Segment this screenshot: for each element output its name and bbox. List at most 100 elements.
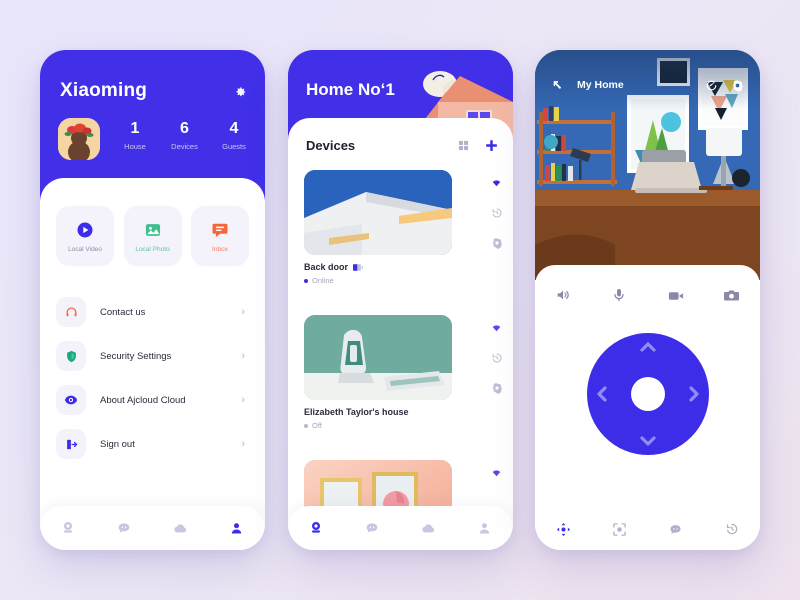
quick-actions: Local Video Local Photo Inbox (56, 206, 249, 266)
chat-icon (119, 523, 130, 533)
tab-chat[interactable] (96, 520, 152, 536)
liveview-controls (535, 265, 760, 550)
chat-icon (670, 524, 681, 534)
play-circle-icon (77, 222, 93, 237)
stat-devices: 6 Devices (162, 120, 208, 151)
gear-icon[interactable] (491, 237, 503, 249)
devices-body: Devices Back door Online Elizabeth Taylo… (288, 118, 513, 550)
chevron-right-icon: › (241, 306, 245, 318)
menu-item-about[interactable]: About Ajcloud Cloud › (56, 378, 249, 422)
profile-icon (232, 522, 242, 533)
video-camera-icon (668, 292, 683, 300)
control-microphone[interactable] (591, 287, 647, 305)
device-name: Elizabeth Taylor's house (304, 407, 409, 417)
avatar[interactable] (58, 118, 100, 160)
devices-header-actions (457, 138, 499, 153)
menu-item-sign-out[interactable]: Sign out › (56, 422, 249, 466)
bottombar-history[interactable] (704, 522, 760, 536)
stat-label: House (124, 142, 146, 151)
profile-icon (480, 522, 490, 533)
media-control-row (535, 287, 760, 305)
dpad-center-button[interactable] (630, 377, 665, 411)
device-thumbnail (304, 315, 452, 400)
eye-icon (56, 385, 86, 415)
settings-menu: Contact us › Security Settings › About A… (56, 290, 249, 466)
control-snapshot[interactable] (704, 287, 760, 305)
wifi-icon[interactable] (490, 466, 503, 479)
volume-icon (557, 290, 569, 300)
status-dot (304, 278, 308, 283)
dpad-down-arrow-icon[interactable] (639, 435, 656, 447)
device-thumbnail (304, 170, 452, 255)
menu-item-contact-us[interactable]: Contact us › (56, 290, 249, 334)
tab-camera[interactable] (288, 520, 344, 536)
bottombar-focus[interactable] (591, 522, 647, 537)
tab-cloud[interactable] (153, 520, 209, 537)
camera-icon (64, 522, 73, 533)
tab-camera[interactable] (40, 520, 96, 536)
tab-chat[interactable] (344, 520, 400, 536)
stat-guests: 4 Guests (211, 120, 257, 151)
control-volume[interactable] (535, 287, 591, 305)
dpad-left-arrow-icon[interactable] (596, 386, 608, 402)
quick-action-local-video[interactable]: Local Video (56, 206, 114, 266)
quick-action-local-photo[interactable]: Local Photo (123, 206, 182, 266)
menu-item-label: About Ajcloud Cloud (100, 394, 186, 406)
device-card[interactable]: Elizabeth Taylor's house Off (304, 315, 452, 430)
tab-profile[interactable] (209, 521, 265, 536)
page-title: Home No‘1 (306, 80, 395, 99)
dpad-right-arrow-icon[interactable] (688, 386, 700, 402)
logout-icon (56, 429, 86, 459)
wifi-icon[interactable] (490, 321, 503, 334)
menu-item-label: Contact us (100, 306, 146, 318)
headset-icon (56, 297, 86, 327)
stat-value: 1 (130, 120, 140, 137)
history-icon[interactable] (491, 207, 503, 219)
wifi-icon[interactable] (490, 176, 503, 189)
device-card[interactable]: Back door Online (304, 170, 452, 285)
dpad-up-arrow-icon[interactable] (639, 341, 656, 353)
edit-icon[interactable] (705, 79, 718, 92)
grid-view-icon[interactable] (457, 139, 470, 152)
tab-cloud[interactable] (401, 520, 457, 537)
gear-icon[interactable] (233, 85, 247, 99)
chevron-right-icon: › (241, 438, 245, 450)
bottom-tab-bar (40, 506, 265, 550)
battery-icon (353, 263, 364, 271)
tab-profile[interactable] (457, 521, 513, 536)
control-record-video[interactable] (648, 287, 704, 305)
add-plus-icon[interactable] (484, 138, 499, 153)
bottombar-chat[interactable] (648, 522, 704, 537)
cloud-icon (174, 523, 187, 532)
device-side-actions (490, 466, 503, 479)
menu-item-security-settings[interactable]: Security Settings › (56, 334, 249, 378)
device-name-row: Elizabeth Taylor's house (304, 407, 452, 417)
quick-action-label: Inbox (212, 245, 228, 253)
image-icon (145, 223, 160, 236)
focus-icon (613, 522, 626, 536)
liveview-header: My Home (535, 74, 760, 96)
gear-icon[interactable] (491, 382, 503, 394)
camera-icon (312, 522, 321, 533)
chevron-right-icon: › (241, 394, 245, 406)
screenshot-canvas: Xiaoming 1 House 6 Devices 4 Guests Loca… (0, 0, 800, 600)
phone-liveview-screen: My Home (535, 50, 760, 550)
bottombar-pan[interactable] (535, 522, 591, 537)
photo-camera-icon (724, 290, 740, 301)
menu-item-label: Security Settings (100, 350, 172, 362)
message-icon (212, 223, 228, 237)
back-arrow-icon[interactable] (551, 79, 564, 92)
camera-preview[interactable]: My Home (535, 50, 760, 280)
stat-label: Guests (222, 142, 246, 151)
device-status-row: Online (304, 276, 452, 285)
stat-label: Devices (171, 142, 198, 151)
device-status: Off (312, 421, 322, 430)
profile-body: Local Video Local Photo Inbox Contact us… (40, 178, 265, 550)
dpad-control[interactable] (586, 333, 709, 455)
chevron-right-icon: › (241, 350, 245, 362)
history-icon[interactable] (491, 352, 503, 364)
shield-icon (56, 341, 86, 371)
quick-action-inbox[interactable]: Inbox (191, 206, 249, 266)
quick-action-label: Local Video (68, 245, 102, 253)
gear-icon[interactable] (731, 79, 744, 92)
